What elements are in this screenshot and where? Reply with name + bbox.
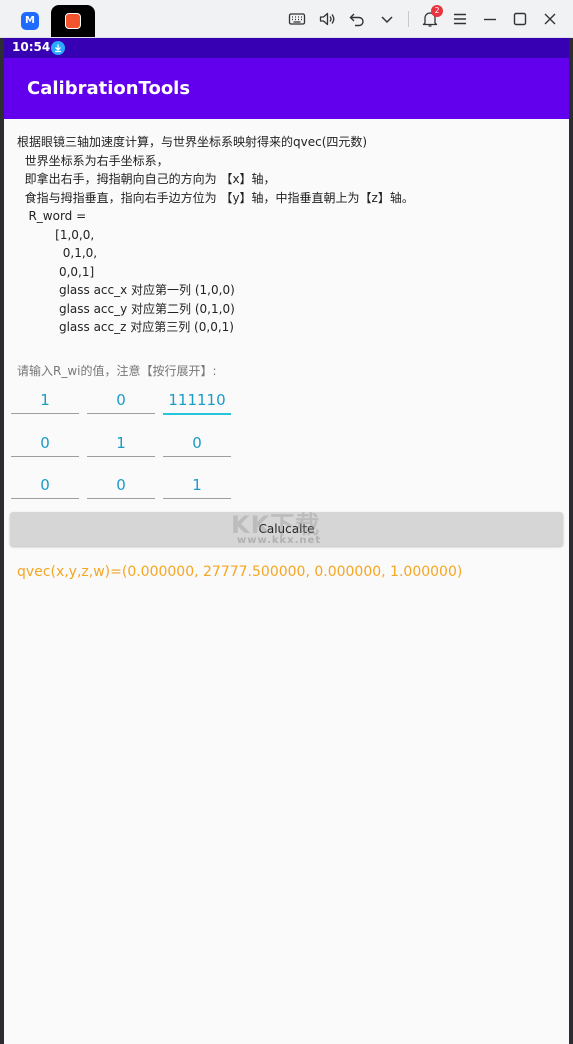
matrix-cell-r3c1[interactable] [11,472,79,499]
matrix-cell-r2c2[interactable] [87,430,155,457]
app-tab[interactable]: M [10,5,50,37]
matrix-cell-r3c2[interactable] [87,472,155,499]
status-bar: 10:54 [4,38,569,58]
matrix-cell-r3c3[interactable] [163,472,231,499]
menu-icon[interactable] [445,4,475,34]
status-time: 10:54 [12,40,51,54]
chevron-down-icon[interactable] [372,4,402,34]
matrix-cell-r2c3[interactable] [163,430,231,457]
matrix-prompt: 请输入R_wi的值，注意【按行展开】: [17,364,217,378]
matrix-cell-r1c2[interactable] [87,387,155,414]
keyboard-icon[interactable] [282,4,312,34]
emulator-toolbar: M 2 [0,0,573,38]
close-icon[interactable] [535,4,565,34]
app-logo-icon: M [21,12,39,30]
toolbar-divider [408,10,409,27]
notification-badge: 2 [431,4,443,17]
minimize-icon[interactable] [475,4,505,34]
app-title: CalibrationTools [27,78,191,99]
app-bar: CalibrationTools [4,58,569,119]
maximize-icon[interactable] [505,4,535,34]
matrix-cell-r1c3[interactable] [163,387,231,415]
download-icon [51,41,65,55]
bell-icon[interactable]: 2 [415,4,445,34]
undo-icon[interactable] [342,4,372,34]
main-content: 根据眼镜三轴加速度计算，与世界坐标系映射得来的qvec(四元数) 世界坐标系为右… [4,119,569,1044]
active-app-icon [65,13,81,29]
volume-icon[interactable] [312,4,342,34]
calculate-button[interactable]: Calucalte [10,512,563,546]
matrix-cell-r2c1[interactable] [11,430,79,457]
result-text: qvec(x,y,z,w)=(0.000000, 27777.500000, 0… [17,564,463,580]
active-app-tab[interactable] [51,5,95,37]
description-text: 根据眼镜三轴加速度计算，与世界坐标系映射得来的qvec(四元数) 世界坐标系为右… [17,135,414,334]
matrix-cell-r1c1[interactable] [11,387,79,414]
